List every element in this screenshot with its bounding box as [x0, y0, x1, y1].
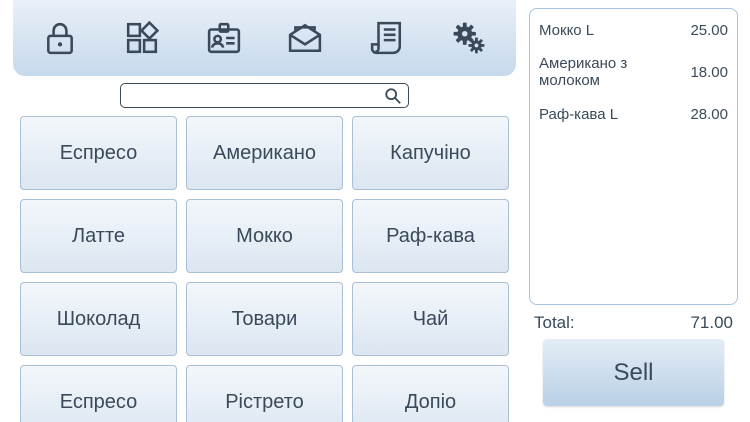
receipt-item-price: 25.00 [690, 21, 728, 39]
lock-icon [46, 22, 73, 55]
product-button[interactable]: Раф-кава [352, 199, 509, 273]
product-button[interactable]: Рістрето [186, 365, 343, 422]
product-button[interactable]: Капучіно [352, 116, 509, 190]
product-button[interactable]: Шоколад [20, 282, 177, 356]
receipt-item[interactable]: Раф-кава L 28.00 [539, 103, 728, 125]
receipt-icon [371, 21, 402, 55]
customers-button[interactable] [194, 8, 254, 68]
total-value: 71.00 [690, 313, 733, 332]
product-button[interactable]: Еспресо [20, 365, 177, 422]
product-grid: Еспресо Американо Капучіно Латте Мокко Р… [20, 116, 509, 422]
product-button[interactable]: Чай [352, 282, 509, 356]
search-input[interactable] [121, 84, 378, 107]
product-button[interactable]: Американо [186, 116, 343, 190]
sell-button[interactable]: Sell [543, 339, 724, 406]
toolbar [13, 0, 516, 76]
receipt-item-price: 18.00 [690, 63, 728, 81]
total-row: Total: 71.00 [534, 313, 733, 333]
receipts-button[interactable] [357, 8, 417, 68]
messages-button[interactable] [275, 8, 335, 68]
lock-button[interactable] [30, 8, 90, 68]
product-button[interactable]: Латте [20, 199, 177, 273]
gears-icon [453, 22, 485, 54]
receipt-item-name: Американо з молоком [539, 55, 628, 89]
settings-button[interactable] [439, 8, 499, 68]
product-button[interactable]: Допіо [352, 365, 509, 422]
product-button[interactable]: Еспресо [20, 116, 177, 190]
receipt-item-price: 28.00 [690, 105, 728, 123]
id-badge-icon [207, 22, 240, 54]
product-button[interactable]: Мокко [186, 199, 343, 273]
total-label: Total: [534, 313, 575, 332]
receipt-item[interactable]: Мокко L 25.00 [539, 19, 728, 41]
search-icon[interactable] [378, 85, 408, 107]
receipt-panel[interactable]: Мокко L 25.00 Американо з молоком 18.00 … [529, 8, 738, 305]
mail-open-icon [289, 23, 322, 53]
catalog-button[interactable] [112, 8, 172, 68]
search-box [120, 83, 409, 108]
receipt-item[interactable]: Американо з молоком 18.00 [539, 55, 728, 89]
widgets-icon [126, 21, 159, 54]
product-button[interactable]: Товари [186, 282, 343, 356]
receipt-item-name: Мокко L [539, 21, 595, 39]
receipt-item-name: Раф-кава L [539, 105, 619, 123]
